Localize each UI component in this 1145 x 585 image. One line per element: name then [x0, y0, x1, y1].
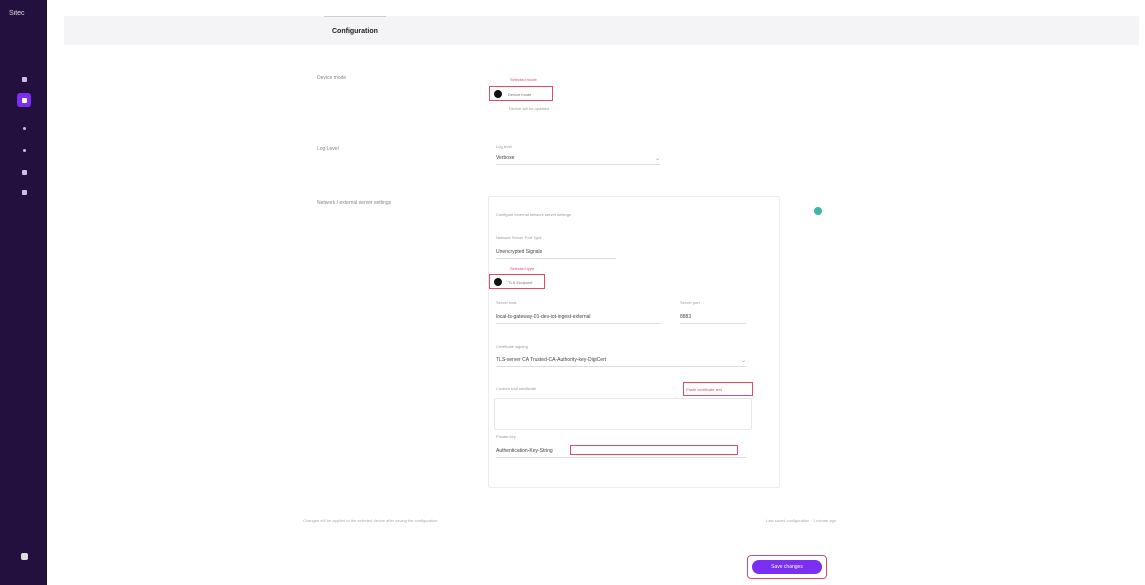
footer-right-note: Last saved configuration · 1 minute ago	[766, 518, 837, 523]
nav-settings-icon[interactable]	[17, 93, 31, 107]
chevron-down-icon: ⌄	[654, 155, 660, 162]
annotation-label: Paste certificate text	[686, 387, 723, 392]
port-type-label: Network Server Port Type	[496, 235, 542, 240]
section-label-device-mode: Device mode	[317, 75, 347, 81]
nav-logs-icon[interactable]	[17, 165, 31, 179]
nav-help-icon[interactable]	[17, 185, 31, 199]
nav-devices-icon[interactable]	[17, 121, 31, 135]
radio-selected-icon	[494, 90, 502, 98]
certificate-textarea[interactable]	[494, 398, 752, 430]
port-type-value[interactable]: Unencrypted Signals	[496, 245, 616, 259]
chevron-down-icon: ⌄	[740, 357, 746, 364]
user-avatar-icon[interactable]	[17, 549, 31, 563]
radio-selected-icon	[494, 278, 502, 286]
host-input[interactable]: local-ts-gateway-01-dev-iot-ingest-exter…	[496, 310, 661, 324]
private-key-label: Private key	[496, 434, 516, 439]
save-button[interactable]: Save changes	[752, 560, 822, 574]
radio-tls-endpoint[interactable]: TLS Endpoint	[494, 278, 532, 286]
tab-configuration[interactable]: Configuration	[324, 16, 386, 46]
nav-users-icon[interactable]	[17, 143, 31, 157]
network-toggle[interactable]	[814, 207, 822, 215]
footer-left-note: Changes will be applied to the selected …	[303, 518, 438, 523]
port-input[interactable]: 8883	[680, 310, 746, 324]
textarea-label: Custom root certificate	[496, 386, 537, 391]
port-label: Server port	[680, 300, 700, 305]
app-logo: Sitec	[9, 10, 25, 17]
annotation-label: Selected mode	[510, 77, 537, 82]
radio-device-mode[interactable]: Device mode	[494, 90, 531, 98]
device-mode-hint: Device will be updated	[509, 106, 550, 111]
annotation-box	[570, 445, 738, 455]
nav-home-icon[interactable]	[17, 72, 31, 86]
cert-label: Certificate signing	[496, 344, 528, 349]
toggle-separator: ·	[803, 209, 805, 214]
cert-select[interactable]: TLS-server CA Trusted-CA-Authority-key-D…	[496, 354, 746, 367]
log-level-field-label: Log level	[496, 144, 513, 149]
page-header: Configuration	[64, 16, 1139, 45]
section-label-log-level: Log Level	[317, 146, 339, 152]
log-level-select[interactable]: Verbose ⌄	[496, 152, 660, 165]
toggle-label: Configure external network server settin…	[496, 212, 571, 217]
sidebar: Sitec	[0, 0, 47, 585]
section-label-network: Network / external server settings	[317, 200, 392, 206]
host-label: Server host	[496, 300, 517, 305]
annotation-label: Selected type	[510, 266, 535, 271]
